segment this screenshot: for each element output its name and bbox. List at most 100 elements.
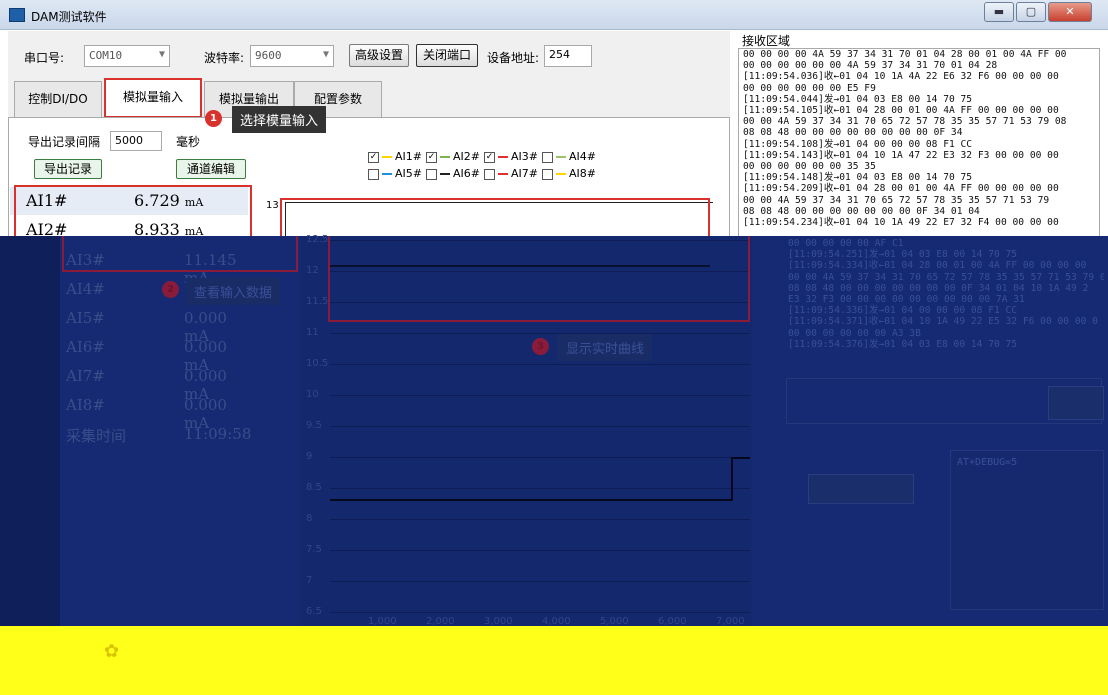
receive-log[interactable]: 00 00 00 00 4A 59 37 34 31 70 01 04 28 0…: [738, 48, 1100, 238]
legend-item[interactable]: ✓ AI3#: [484, 150, 538, 163]
ai-name: AI5#: [66, 309, 105, 327]
advanced-settings-button[interactable]: 高级设置: [349, 44, 409, 67]
ai-name: AI6#: [66, 338, 105, 356]
legend-checkbox[interactable]: [542, 168, 553, 180]
maximize-button[interactable]: ▢: [1016, 2, 1046, 22]
legend-item[interactable]: AI8#: [542, 167, 596, 180]
close-button[interactable]: ✕: [1048, 2, 1092, 22]
app-icon: [9, 8, 25, 22]
port-select[interactable]: COM10 ▼: [84, 45, 170, 67]
ai-row: AI4#: [66, 280, 105, 298]
baud-select[interactable]: 9600 ▼: [250, 45, 334, 67]
export-interval-input[interactable]: 5000: [110, 131, 162, 151]
y-tick-label: 8: [306, 513, 313, 524]
window-title: DAM测试软件: [31, 10, 107, 24]
log-line: 00 00 00 00 00 00 A3 3B: [788, 327, 921, 339]
channel-edit-button[interactable]: 通道编辑: [176, 159, 246, 179]
log-line: E3 32 F3 00 00 00 00 00 00 00 00 00 7A 3…: [788, 294, 1025, 306]
log-line: 08 08 48 00 00 00 00 00 00 00 00 0F 34: [743, 127, 963, 139]
legend-swatch: [556, 173, 566, 175]
legend-swatch: [382, 173, 392, 175]
ai-name: 采集时间: [66, 427, 127, 445]
log-line: 08 08 48 00 00 00 00 00 00 00 0F 34 01 0…: [788, 282, 1089, 294]
ai-row: AI8# 0.000 mA: [66, 396, 227, 432]
export-interval-label: 导出记录间隔: [28, 135, 101, 149]
legend-label: AI8#: [569, 167, 596, 180]
ai-row: 采集时间 11:09:58: [66, 425, 251, 446]
curve-ai1: [330, 457, 750, 501]
legend-item[interactable]: AI7#: [484, 167, 538, 180]
legend-item[interactable]: ✓ AI2#: [426, 150, 480, 163]
log-line: 00 00 00 00 00 00 4A 59 37 34 31 70 01 0…: [743, 60, 998, 72]
log-line: 00 00 00 00 00 00 E5 F9: [743, 82, 876, 94]
legend-swatch: [498, 173, 508, 175]
legend-label: AI2#: [453, 150, 480, 163]
log-line: 00 00 4A 59 37 34 31 70 65 72 57 78 35 3…: [743, 194, 1050, 206]
y-tick-label: 11.5: [306, 296, 329, 307]
chevron-down-icon: ▼: [322, 49, 329, 60]
ai-value: 11:09:58: [184, 425, 252, 443]
log-line: 00 00 00 00 00 00 35 35: [743, 161, 876, 173]
log-line: 00 00 4A 59 37 34 31 70 65 72 57 78 35 3…: [788, 271, 1104, 283]
legend-label: AI1#: [395, 150, 422, 163]
legend-checkbox[interactable]: [426, 168, 437, 180]
legend-item[interactable]: AI4#: [542, 150, 596, 163]
log-line: 08 08 48 00 00 00 00 00 00 00 0F 34 01 0…: [743, 205, 980, 217]
ai-row: AI7# 0.000 mA: [66, 367, 227, 403]
y-tick-label: 10.5: [306, 358, 329, 369]
legend-label: AI7#: [511, 167, 538, 180]
send-button-dimmed[interactable]: [1048, 386, 1104, 420]
log-line: [11:09:54.376]发→01 04 03 E8 00 14 70 75: [788, 338, 1018, 350]
port-value: COM10: [89, 49, 123, 62]
ai-name: AI4#: [66, 280, 105, 298]
y-tick-label: 7: [306, 575, 313, 586]
legend-swatch: [498, 156, 508, 158]
log-line: [11:09:54.108]发→01 04 00 00 00 08 F1 CC: [743, 138, 973, 150]
legend-label: AI4#: [569, 150, 596, 163]
ai-name: AI7#: [66, 367, 105, 385]
dimmed-sidebar: [0, 236, 60, 626]
legend-checkbox[interactable]: [484, 168, 495, 180]
chevron-down-icon: ▼: [158, 49, 165, 60]
logo-icon: ✿: [104, 641, 120, 662]
export-record-button[interactable]: 导出记录: [34, 159, 102, 179]
log-line: [11:09:54.044]发→01 04 03 E8 00 14 70 75: [743, 93, 973, 105]
legend-swatch: [440, 173, 450, 175]
close-port-button[interactable]: 关闭端口: [416, 44, 478, 67]
legend-checkbox[interactable]: [542, 151, 553, 163]
log-line: [11:09:54.334]收←01 04 28 00 01 00 4A FF …: [788, 260, 1087, 272]
legend-item[interactable]: AI5#: [368, 167, 422, 180]
ms-unit-label: 毫秒: [176, 135, 201, 149]
dimmed-curve: [330, 265, 750, 501]
log-line: [11:09:54.251]发→01 04 03 E8 00 14 70 75: [788, 249, 1018, 261]
y-tick-label: 9: [306, 451, 313, 462]
legend-label: AI5#: [395, 167, 422, 180]
receive-area-title: 接收区域: [742, 34, 791, 48]
legend-item[interactable]: ✓ AI1#: [368, 150, 422, 163]
log-line: [11:09:54.234]收←01 04 10 1A 49 22 E7 32 …: [743, 217, 1059, 229]
legend-checkbox[interactable]: ✓: [484, 151, 495, 163]
action-button-dimmed[interactable]: [808, 474, 914, 504]
legend-checkbox[interactable]: ✓: [426, 151, 437, 163]
device-address-input[interactable]: 254: [544, 45, 592, 67]
legend-checkbox[interactable]: ✓: [368, 151, 379, 163]
ai-data-highlight: [14, 185, 252, 240]
window-controls: ▬ ▢ ✕: [982, 2, 1092, 22]
legend-item[interactable]: AI6#: [426, 167, 480, 180]
tab-control-dido[interactable]: 控制DI/DO: [14, 81, 102, 117]
y-tick-label: 7.5: [306, 544, 322, 555]
step-badge-2: 2: [162, 281, 179, 298]
y-tick-label: 11: [306, 327, 319, 338]
send-text-dimmed[interactable]: AT+DEBUG=5: [950, 450, 1104, 610]
log-line: [11:09:54.143]收←01 04 10 1A 47 22 E3 32 …: [743, 149, 1059, 161]
log-line: [11:09:54.036]收←01 04 10 1A 4A 22 E6 32 …: [743, 71, 1059, 83]
y-tick-label: 13: [266, 200, 279, 211]
legend-swatch: [556, 156, 566, 158]
minimize-button[interactable]: ▬: [984, 2, 1014, 22]
legend-checkbox[interactable]: [368, 168, 379, 180]
tab-analog-input[interactable]: 模拟量输入: [104, 78, 202, 118]
legend-swatch: [382, 156, 392, 158]
legend-label: AI6#: [453, 167, 480, 180]
port-label: 串口号:: [24, 51, 65, 65]
log-line: 00 00 4A 59 37 34 31 70 65 72 57 78 35 3…: [743, 116, 1067, 128]
